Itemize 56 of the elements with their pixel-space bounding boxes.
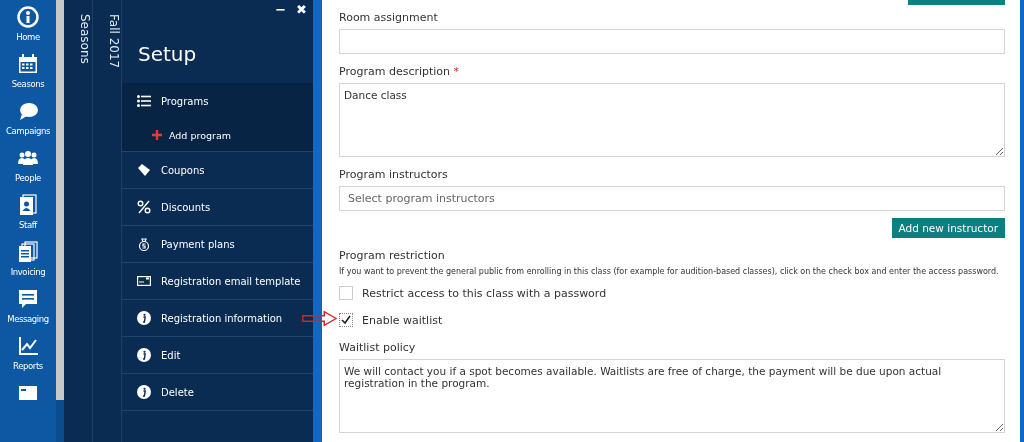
calendar-icon [17,53,39,75]
envelope-icon [137,274,151,288]
speech-bubble-icon [17,100,39,122]
menu-item[interactable]: Discounts [122,189,313,225]
checkbox-label: Restrict access to this class with a password [362,286,607,300]
nav-item[interactable]: Seasons [11,53,45,89]
tag-icon [137,163,151,177]
badge-icon [17,194,39,216]
field-label: Program description * [339,65,461,79]
required-mark: * [453,65,460,78]
info-icon [137,311,151,325]
minimize-button[interactable]: − [275,2,287,17]
menu-item[interactable]: Registration email template [122,263,313,299]
documents-icon [17,241,39,263]
field-label: Program instructors [339,168,449,182]
home-icon [17,6,39,28]
breadcrumb-tab[interactable]: Seasons [78,14,92,64]
checkbox[interactable] [339,313,353,327]
field-label: Room assignment [339,11,439,25]
nav-item[interactable]: Invoicing [10,241,46,277]
input-field[interactable]: Select program instructors [339,186,1005,211]
button[interactable] [908,0,1005,5]
message-icon [17,288,39,310]
breadcrumb-tab[interactable]: Fall 2017 [107,14,121,69]
text-area[interactable]: Dance class [339,83,1005,157]
menu-item[interactable]: Coupons [122,152,313,188]
help-text: If you want to prevent the general public from enrolling in this class (for example for audition-based classes), click on the check box and enter the access password. [339,267,1000,276]
nav-item[interactable]: Staff [17,194,39,230]
menu-item[interactable]: Delete [122,374,313,410]
menu-item[interactable]: Edit [122,337,313,373]
nav-item[interactable]: Campaigns [6,100,50,136]
nav-item[interactable]: Reports [13,335,43,371]
nav-item[interactable]: People [15,147,41,183]
checkbox[interactable] [339,286,353,300]
plus-icon [152,130,162,140]
nav-item[interactable]: Messaging [7,288,49,324]
money-bag-icon [137,237,151,251]
list-icon [137,94,151,108]
nav-item[interactable]: Home [16,6,40,42]
menu-item[interactable]: Payment plans [122,226,313,262]
section-label: Program restriction [339,249,446,263]
percent-icon [137,200,151,214]
add-button[interactable]: Add new instructor [891,218,1005,238]
line-chart-icon [17,335,39,357]
info-icon [137,385,151,399]
text-area[interactable]: We will contact you if a spot becomes available. Waitlists are free of charge, the payment will be due upon actual registration in the program. [339,359,1005,433]
scrollbar[interactable] [56,0,64,400]
input-field[interactable] [339,29,1005,54]
panel-title: Setup [138,42,197,66]
menu-item[interactable]: Registration information [122,300,313,336]
menu-item[interactable]: Programs [122,83,313,119]
info-icon [137,348,151,362]
field-label: Waitlist policy [339,341,417,355]
submenu-item[interactable]: Add program [122,119,313,151]
close-button[interactable]: ✖ [296,2,307,17]
checkbox-label: Enable waitlist [362,313,443,327]
